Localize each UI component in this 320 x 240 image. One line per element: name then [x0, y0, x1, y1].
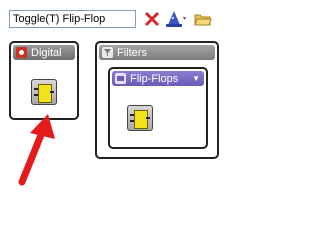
red-arrow-annotation — [18, 114, 55, 186]
